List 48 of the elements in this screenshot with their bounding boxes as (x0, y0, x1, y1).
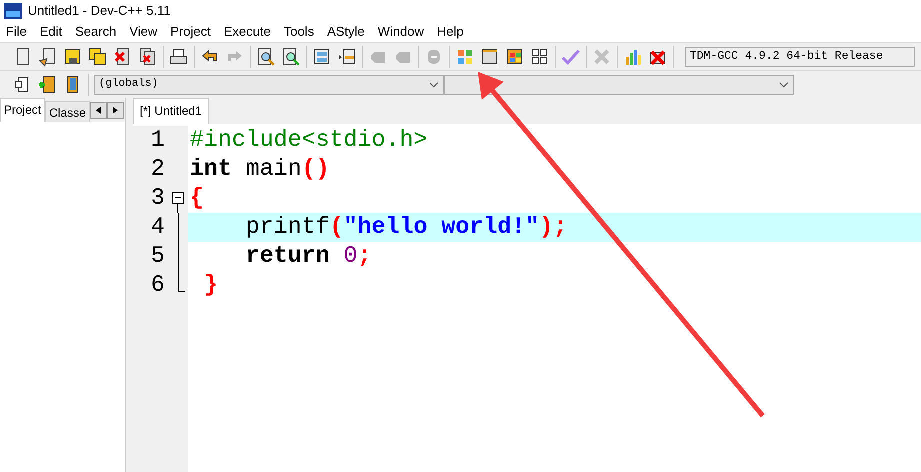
side-tab[interactable]: Classe (45, 101, 90, 122)
line-number: 1 (150, 126, 165, 156)
editor-tab[interactable]: [*] Untitled1 (133, 98, 210, 124)
line-number: 4 (150, 213, 165, 242)
line-number: 6 (150, 271, 165, 300)
menu-item[interactable]: AStyle (321, 22, 372, 42)
menu-item[interactable]: View (124, 22, 165, 42)
line-number: 3 (150, 184, 165, 214)
code-line: #include<stdio.h> (189, 126, 429, 155)
printer-icon[interactable] (169, 46, 189, 66)
find-icon[interactable] (256, 46, 276, 66)
menu-item[interactable]: Tools (278, 22, 322, 42)
grid-icon[interactable] (530, 46, 550, 66)
add-file-icon[interactable] (38, 74, 58, 94)
line-number: 5 (150, 242, 165, 272)
fold-toggle-icon[interactable] (172, 192, 184, 204)
save-icon[interactable] (63, 46, 83, 66)
indent-icon[interactable] (312, 46, 332, 66)
caret-icon (779, 82, 789, 88)
menu-item[interactable]: Help (431, 22, 471, 42)
unindent-icon[interactable] (337, 46, 357, 66)
member-dropdown[interactable] (444, 74, 794, 94)
menu-item[interactable]: Window (372, 22, 432, 42)
window-title: Untitled1 - Dev-C++ 5.11 (28, 2, 171, 20)
app-icon (3, 1, 23, 21)
scope-dropdown[interactable]: (globals) (94, 74, 444, 94)
code-line: { (189, 184, 205, 213)
menu-item[interactable]: Execute (218, 22, 278, 42)
scope-value: (globals) (99, 77, 158, 92)
open-file-icon[interactable] (38, 46, 58, 66)
tiles-icon[interactable] (505, 46, 525, 66)
compiler-dropdown[interactable]: TDM-GCC 4.9.2 64-bit Release (685, 46, 915, 66)
menu-item[interactable]: Search (69, 22, 124, 42)
menu-item[interactable]: File (0, 22, 34, 42)
menu-item[interactable]: Project (164, 22, 218, 42)
scroll-right-icon[interactable] (107, 102, 124, 119)
code-line: int main() (189, 155, 331, 184)
menu-item[interactable]: Edit (34, 22, 70, 42)
close-all-icon[interactable] (138, 46, 158, 66)
caret-icon (429, 82, 439, 88)
side-tab[interactable]: Project (0, 98, 46, 122)
code-line: return 0; (244, 242, 373, 271)
line-number: 2 (150, 155, 165, 184)
save-all-icon[interactable] (88, 46, 108, 66)
window-icon[interactable] (480, 46, 500, 66)
code-line: } (202, 271, 219, 300)
replace-icon[interactable] (281, 46, 301, 66)
scroll-left-icon[interactable] (90, 102, 108, 119)
